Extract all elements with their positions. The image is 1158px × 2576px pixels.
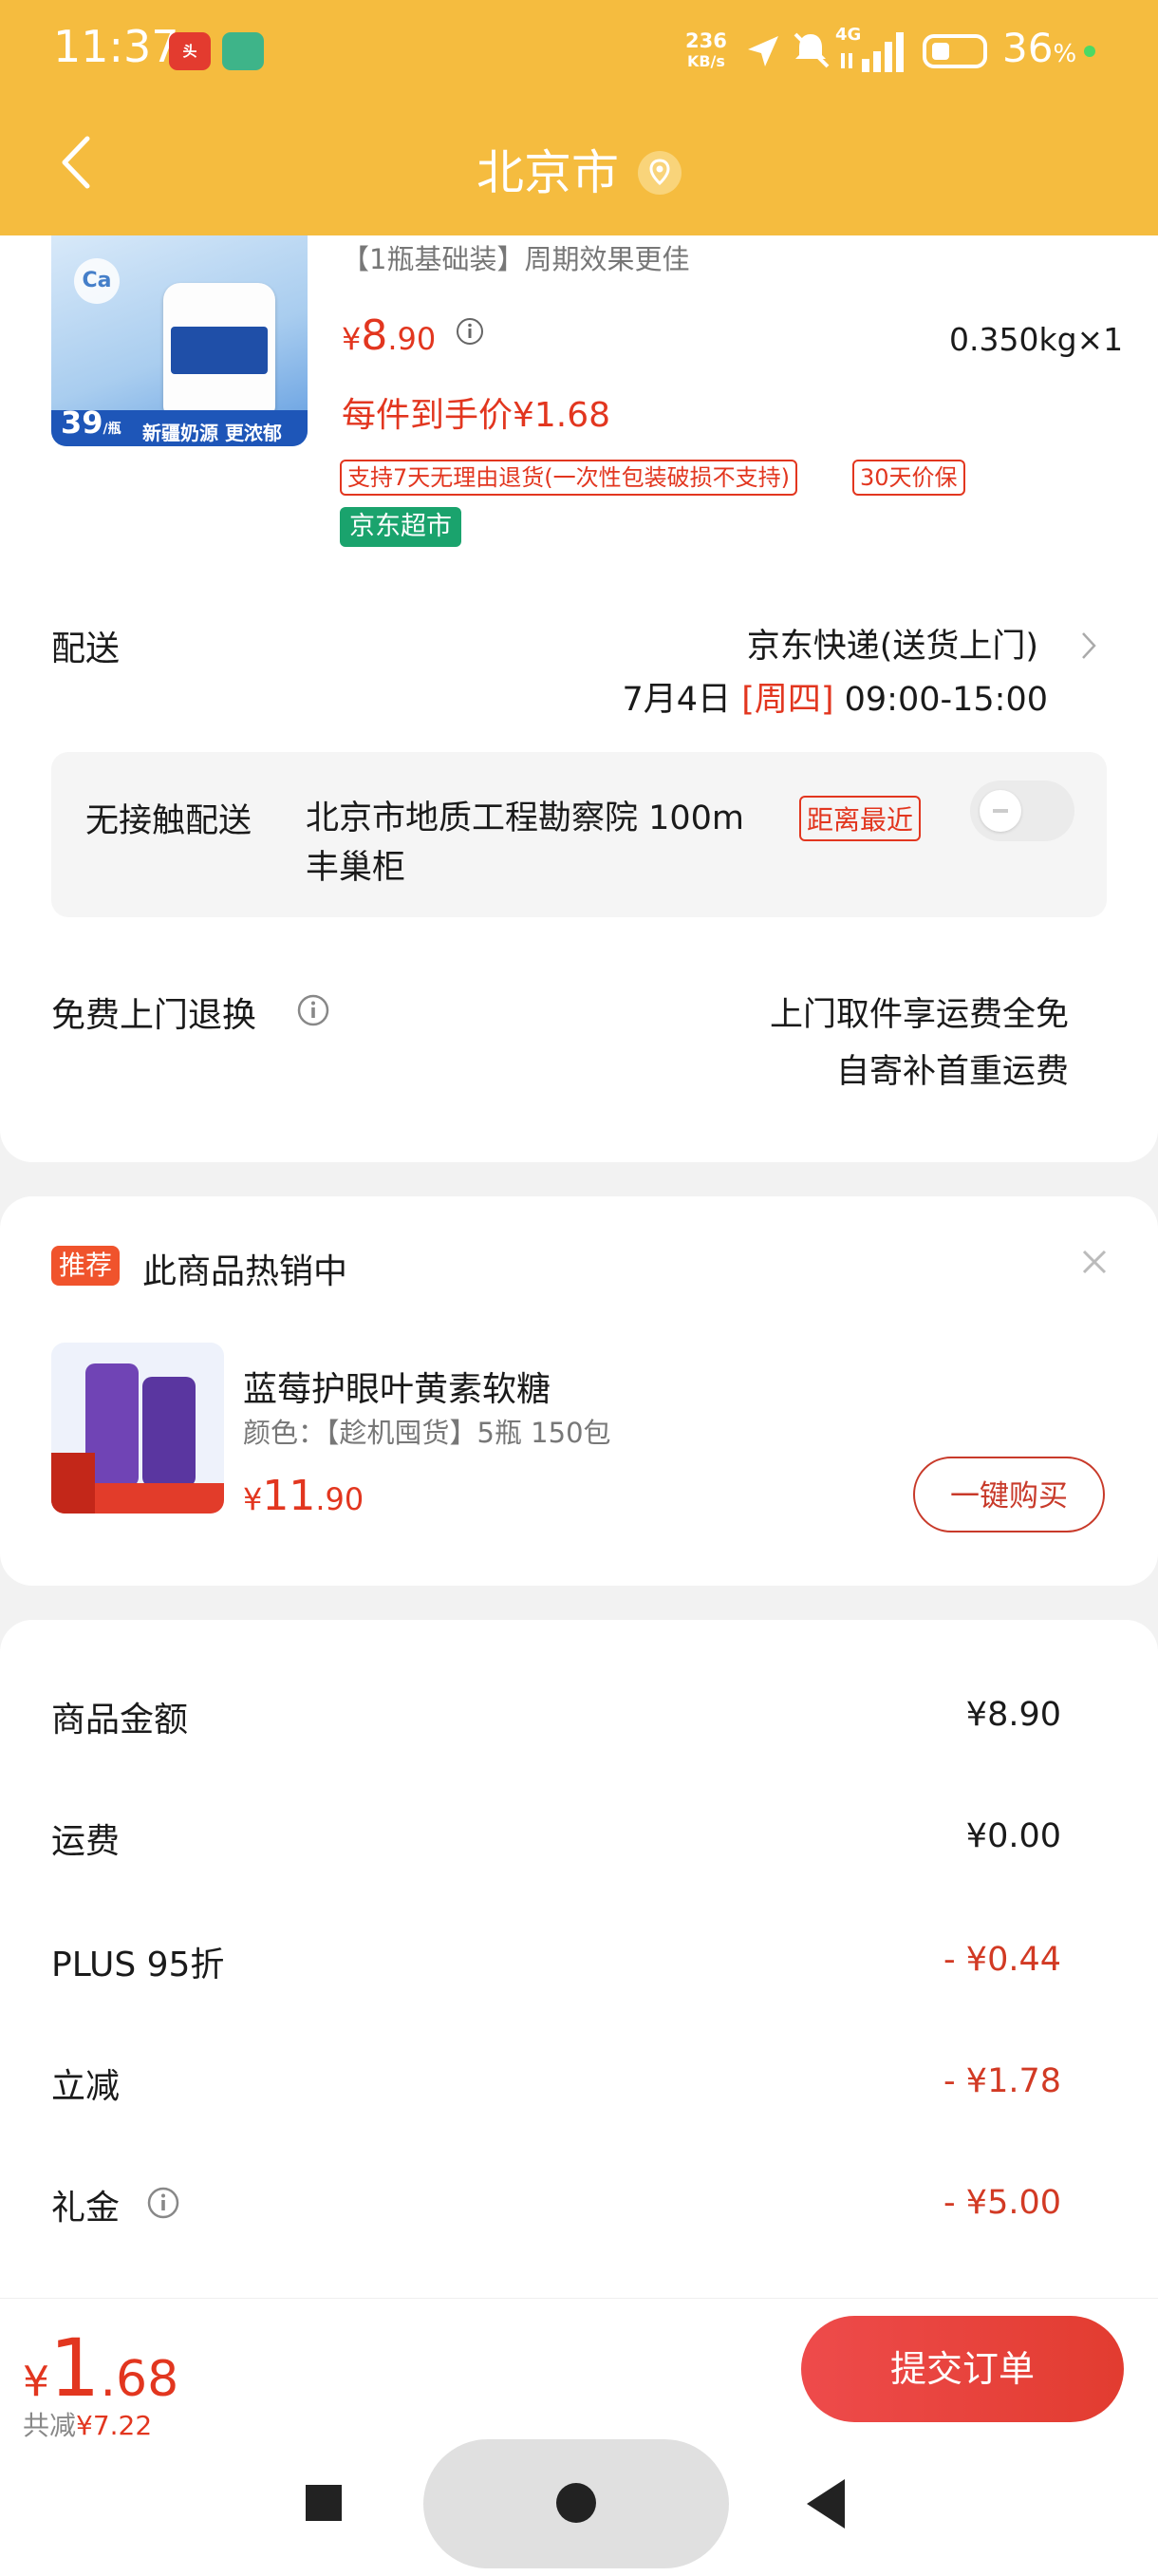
total-price: ¥1.68 [23, 2322, 179, 2415]
recommend-product-name[interactable]: 蓝莓护眼叶黄素软糖 [243, 1362, 551, 1411]
price-info-icon[interactable] [456, 317, 484, 346]
nearest-badge: 距离最近 [799, 796, 922, 841]
order-item-card: Ca 39/瓶 新疆奶源 更浓郁 【1瓶基础装】周期效果更佳 ¥8.90 0.3… [0, 235, 1158, 1162]
battery-percent: 36% [1002, 25, 1077, 71]
free-return-label: 免费上门退换 [51, 996, 257, 1035]
recommendation-card: 推荐 此商品热销中 蓝莓护眼叶黄素软糖 颜色：【趁机囤货】5瓶 150包 ¥11… [0, 1196, 1158, 1586]
return-policy-tag: 支持7天无理由退货(一次性包装破损不支持) [340, 460, 797, 496]
page-title: 北京市 [0, 135, 1158, 203]
product-weight: 0.350kg×1 [949, 321, 1124, 358]
summary-row-shipping: 运费 ¥0.00 [51, 1817, 1061, 1861]
summary-row-plus-discount: PLUS 95折 - ¥0.44 [51, 1941, 1061, 1984]
recommend-variant: 颜色：【趁机囤货】5瓶 150包 [243, 1417, 611, 1449]
free-return-line2: 自寄补首重运费 [835, 1053, 1069, 1091]
product-spec: 【1瓶基础装】周期效果更佳 [342, 243, 690, 275]
free-return-line1: 上门取件享运费全免 [769, 996, 1069, 1034]
info-icon[interactable] [296, 993, 330, 1027]
charging-dot [1084, 46, 1095, 57]
one-click-buy-button[interactable]: 一键购买 [913, 1457, 1105, 1532]
recommend-title: 此商品热销中 [142, 1252, 348, 1291]
summary-row-gift-money: 礼金 - ¥5.00 [51, 2184, 1061, 2228]
submit-order-button[interactable]: 提交订单 [801, 2316, 1124, 2422]
recommend-badge: 推荐 [51, 1246, 121, 1286]
recommend-product-image[interactable] [51, 1343, 224, 1514]
battery-icon [923, 34, 987, 68]
location-arrow-icon [748, 36, 778, 66]
recommend-price: ¥11.90 [243, 1472, 364, 1520]
price-summary-card: 商品金额 ¥8.90 运费 ¥0.00 PLUS 95折 - ¥0.44 立减 … [0, 1620, 1158, 2322]
product-price: ¥8.90 [342, 311, 484, 360]
summary-row-instant-discount: 立减 - ¥1.78 [51, 2062, 1061, 2106]
delivery-method[interactable]: 京东快递(送货上门) [747, 619, 1038, 668]
image-slogan: 新疆奶源 更浓郁 [142, 422, 282, 444]
calcium-icon: Ca [74, 258, 120, 304]
chevron-right-icon[interactable] [1080, 630, 1097, 661]
price-protect-tag: 30天价保 [852, 460, 965, 496]
app-icon [222, 32, 264, 70]
delivery-label: 配送 [51, 630, 121, 668]
locker-address: 北京市地质工程勘察院 100m 丰巢柜 [306, 799, 745, 887]
contactless-toggle[interactable] [970, 780, 1074, 841]
close-icon[interactable] [1078, 1246, 1111, 1278]
checkout-bar: ¥1.68 共减¥7.22 提交订单 [0, 2298, 1158, 2576]
product-image[interactable]: Ca 39/瓶 新疆奶源 更浓郁 [51, 235, 308, 446]
store-badge: 京东超市 [340, 507, 461, 547]
recents-button[interactable] [306, 2485, 342, 2521]
location-pin-icon[interactable] [638, 150, 682, 195]
mute-icon [794, 32, 830, 68]
contactless-label: 无接触配送 [85, 802, 252, 840]
total-saved: 共减¥7.22 [23, 2410, 153, 2441]
final-price: 每件到手价¥1.68 [342, 396, 611, 435]
home-button[interactable] [423, 2439, 729, 2568]
news-app-icon: 头 [169, 32, 211, 70]
signal-icon [841, 32, 904, 72]
contactless-delivery: 无接触配送 北京市地质工程勘察院 100m 丰巢柜 距离最近 [51, 752, 1107, 917]
summary-row-subtotal: 商品金额 ¥8.90 [51, 1696, 1061, 1739]
image-price: 39/瓶 [61, 404, 121, 441]
status-time: 11:37 [53, 21, 179, 72]
nav-back-button[interactable] [807, 2479, 845, 2529]
info-icon[interactable] [146, 2186, 180, 2220]
network-speed: 236 KB/s [685, 29, 727, 70]
delivery-time[interactable]: 7月4日 [周四] 09:00-15:00 [623, 672, 1049, 721]
